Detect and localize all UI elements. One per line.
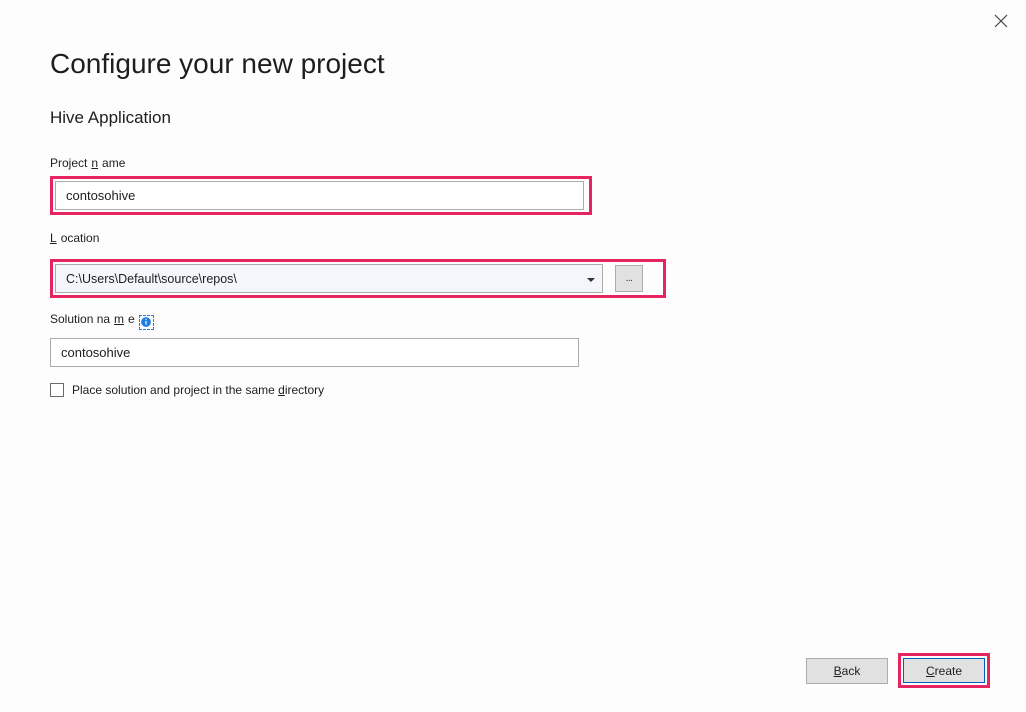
create-button-highlight: Create [898,653,990,688]
solution-name-label-row: Solution name [50,312,976,332]
footer-buttons: Back Create [806,653,990,688]
page-title: Configure your new project [50,48,976,80]
same-directory-row: Place solution and project in the same d… [50,383,976,397]
location-value: C:\Users\Default\source\repos\ [66,272,237,286]
location-input[interactable]: C:\Users\Default\source\repos\ [55,264,603,293]
main-content: Configure your new project Hive Applicat… [0,0,1026,397]
solution-name-input[interactable] [50,338,579,367]
close-icon[interactable] [994,14,1008,28]
project-name-highlight [50,176,592,215]
solution-name-label: Solution name [50,312,135,326]
location-highlight: C:\Users\Default\source\repos\ ... [50,259,666,298]
browse-button[interactable]: ... [615,265,643,292]
location-label: Location [50,231,99,245]
ellipsis-icon: ... [626,273,633,284]
chevron-down-icon[interactable] [586,274,596,284]
create-button[interactable]: Create [903,658,985,683]
info-icon[interactable] [139,315,154,330]
project-name-label: Project name [50,156,125,170]
same-directory-label: Place solution and project in the same d… [72,383,324,397]
project-name-input[interactable] [55,181,584,210]
project-type-subtitle: Hive Application [50,108,976,128]
back-button[interactable]: Back [806,658,888,684]
same-directory-checkbox[interactable] [50,383,64,397]
